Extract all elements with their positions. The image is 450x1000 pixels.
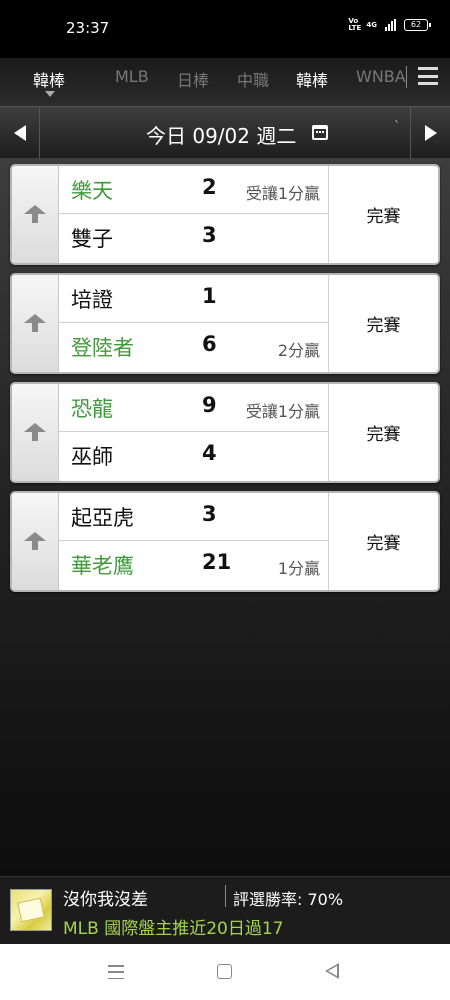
team-row: 巫師 4 [59,432,328,481]
expand-toggle[interactable] [12,493,59,590]
handicap-result: 1分贏 [277,559,320,578]
arrow-up-icon [23,313,47,334]
promo-divider [225,885,226,907]
games-list: 樂天 2 受讓1分贏 雙子 3 完賽 培證 1 登陸者 6 2分贏 完賽 恐龍 … [10,164,440,600]
tab-active-indicator [45,91,55,97]
date-bar: 今日 09/02 週二 ` [0,106,450,159]
home-icon[interactable] [217,964,232,979]
signal-icon [385,19,396,31]
game-card[interactable]: 培證 1 登陸者 6 2分贏 完賽 [10,273,440,374]
tab-kbo-2[interactable]: 韓棒 [296,67,328,91]
game-status: 完賽 [328,493,438,590]
team-score: 6 [202,332,217,356]
calendar-icon[interactable] [312,125,328,140]
handicap-result: 受讓1分贏 [245,402,320,421]
network-label: 4G [366,20,377,29]
tab-cpbl[interactable]: 中職 [237,67,269,91]
status-time: 23:37 [66,19,110,37]
expand-toggle[interactable] [12,384,59,481]
team-row: 登陸者 6 2分贏 [59,323,328,372]
team-row: 起亞虎 3 [59,493,328,541]
team-score: 1 [202,284,217,308]
expert-promo-banner[interactable]: 沒你我沒差 評選勝率: 70% MLB 國際盤主推近20日過17 [0,876,450,944]
expert-name: 沒你我沒差 [63,890,148,910]
team-score: 4 [202,441,217,465]
team-name: 雙子 [71,227,113,251]
team-score: 9 [202,393,217,417]
game-status: 完賽 [328,275,438,372]
league-tabs: 韓棒 MLB 日棒 中職 韓棒 WNBA [0,58,450,106]
tab-kbo[interactable]: 韓棒 [33,67,65,91]
expert-avatar [10,889,52,931]
game-status-label: 完賽 [366,425,401,445]
team-name: 培證 [71,288,113,312]
battery-icon: 62 [404,19,431,31]
tab-npb[interactable]: 日棒 [177,67,209,91]
recent-apps-icon[interactable] [108,965,124,979]
tab-mlb[interactable]: MLB [115,67,149,86]
arrow-up-icon [23,204,47,225]
expert-win-rate: 評選勝率: 70% [233,890,344,909]
game-status: 完賽 [328,384,438,481]
date-tick-mark: ` [394,119,400,133]
tab-wnba[interactable]: WNBA [356,67,406,86]
team-name: 恐龍 [71,397,113,421]
arrow-up-icon [23,531,47,552]
volte-icon: Vo LTE [348,17,362,32]
game-card[interactable]: 樂天 2 受讓1分贏 雙子 3 完賽 [10,164,440,265]
back-icon[interactable] [325,963,339,979]
team-row: 樂天 2 受讓1分贏 [59,166,328,214]
tab-divider [406,66,407,88]
game-card[interactable]: 恐龍 9 受讓1分贏 巫師 4 完賽 [10,382,440,483]
next-day-button[interactable] [410,107,450,159]
team-row: 華老鷹 21 1分贏 [59,541,328,590]
handicap-result: 受讓1分贏 [245,184,320,203]
handicap-result: 2分贏 [277,341,320,360]
team-row: 培證 1 [59,275,328,323]
arrow-up-icon [23,422,47,443]
team-score: 3 [202,223,217,247]
menu-icon[interactable] [418,67,438,85]
game-status-label: 完賽 [366,534,401,554]
expert-headline: MLB 國際盤主推近20日過17 [63,919,284,939]
date-label[interactable]: 今日 09/02 週二 [146,120,296,149]
team-name: 登陸者 [71,336,134,360]
game-status-label: 完賽 [366,207,401,227]
system-nav-bar [0,944,450,1000]
team-name: 華老鷹 [71,554,134,578]
team-name: 起亞虎 [71,506,134,530]
team-score: 2 [202,175,217,199]
game-status-label: 完賽 [366,316,401,336]
expand-toggle[interactable] [12,275,59,372]
status-bar: 23:37 Vo LTE 4G 62 [0,0,450,58]
arrow-right-icon [424,125,437,141]
team-score: 3 [202,502,217,526]
arrow-left-icon [13,125,26,141]
team-score: 21 [202,550,232,574]
team-row: 恐龍 9 受讓1分贏 [59,384,328,432]
game-card[interactable]: 起亞虎 3 華老鷹 21 1分贏 完賽 [10,491,440,592]
team-row: 雙子 3 [59,214,328,263]
team-name: 巫師 [71,445,113,469]
team-name: 樂天 [71,179,113,203]
previous-day-button[interactable] [0,107,40,159]
status-icons: Vo LTE 4G 62 [348,17,431,32]
expand-toggle[interactable] [12,166,59,263]
game-status: 完賽 [328,166,438,263]
